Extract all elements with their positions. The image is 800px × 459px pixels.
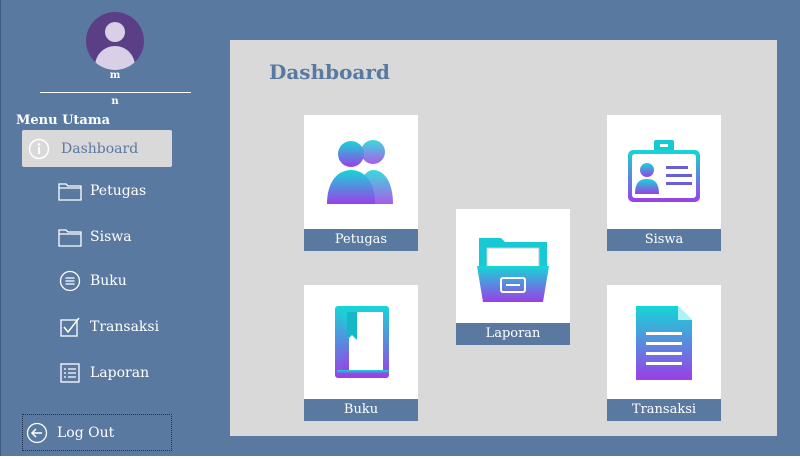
tile-label: Laporan: [456, 323, 570, 345]
tile-label: Petugas: [304, 229, 418, 251]
left-border: [0, 0, 1, 459]
tile-laporan[interactable]: Laporan: [456, 209, 570, 345]
sidebar-item-label: Dashboard: [61, 140, 139, 157]
tile-label: Buku: [304, 399, 418, 421]
sidebar-item-label: Laporan: [90, 365, 150, 381]
dashboard-panel: Dashboard Petugas Siswa Laporan Buku Tra…: [230, 40, 777, 436]
users-icon: [304, 115, 418, 229]
sidebar-item-buku[interactable]: Buku: [58, 266, 127, 296]
logout-button[interactable]: Log Out: [22, 414, 172, 451]
logout-arrow-icon: [25, 421, 49, 445]
sidebar-item-label: Buku: [90, 273, 127, 289]
book-icon: [304, 285, 418, 399]
tile-petugas[interactable]: Petugas: [304, 115, 418, 251]
sidebar-item-label: Transaksi: [90, 319, 160, 335]
sidebar-item-laporan[interactable]: Laporan: [58, 358, 149, 388]
avatar-body-shape: [95, 46, 135, 70]
menu-title: Menu Utama: [16, 113, 111, 128]
sidebar-item-dashboard[interactable]: Dashboard: [22, 130, 172, 167]
tile-label: Siswa: [607, 229, 721, 251]
id-card-icon: [607, 115, 721, 229]
sidebar-item-transaksi[interactable]: Transaksi: [58, 312, 159, 342]
info-icon: [27, 137, 51, 161]
sidebar-item-label: Siswa: [90, 229, 132, 245]
list-circle-icon: [58, 269, 82, 293]
tile-siswa[interactable]: Siswa: [607, 115, 721, 251]
tile-buku[interactable]: Buku: [304, 285, 418, 421]
user-role-label: n: [111, 96, 119, 107]
folder-icon: [58, 179, 82, 203]
avatar-head-shape: [105, 22, 125, 42]
checklist-icon: [58, 361, 82, 385]
page-title: Dashboard: [269, 60, 390, 84]
document-icon: [607, 285, 721, 399]
avatar: [86, 12, 144, 70]
checkbox-icon: [58, 315, 82, 339]
folder-icon: [58, 225, 82, 249]
sidebar-item-siswa[interactable]: Siswa: [58, 222, 132, 252]
sidebar-item-petugas[interactable]: Petugas: [58, 176, 146, 206]
username-label: m: [109, 70, 121, 81]
file-cabinet-icon: [456, 209, 570, 323]
user-divider: [40, 92, 191, 93]
tile-transaksi[interactable]: Transaksi: [607, 285, 721, 421]
logout-label: Log Out: [57, 424, 115, 441]
tile-label: Transaksi: [607, 399, 721, 421]
sidebar-item-label: Petugas: [90, 183, 147, 199]
